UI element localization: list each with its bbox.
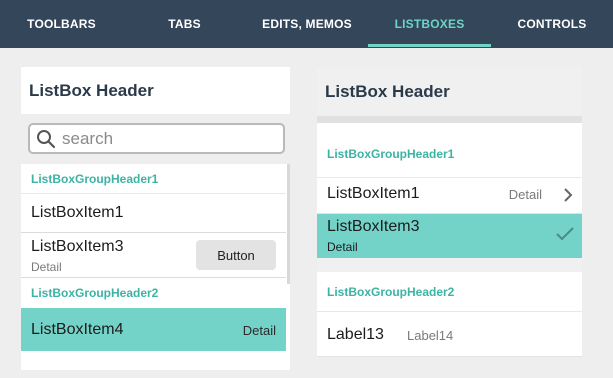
top-tab-bar: TOOLBARS TABS EDITS, MEMOS LISTBOXES CON… [0,0,613,48]
list-item-detail: Detail [327,240,358,254]
tab-tabs[interactable]: TABS [123,0,246,48]
list-item-detail: Detail [242,323,276,338]
tab-edits-memos[interactable]: EDITS, MEMOS [246,0,368,48]
list-item-1[interactable]: ListBoxItem1 [21,194,286,233]
list-item-4[interactable]: ListBoxItem4 Detail [21,308,286,351]
right-listbox-panel: ListBox Header ListBoxGroupHeader1 ListB… [317,67,582,359]
list-item-label: ListBoxItem4 [31,321,124,338]
label-row[interactable]: Label13 Label14 [317,312,582,357]
chevron-right-icon [563,187,573,208]
list-item-button[interactable]: Button [196,240,276,270]
list-item-label: ListBoxItem1 [327,185,420,202]
scrollbar[interactable] [287,164,290,284]
list-item-3[interactable]: ListBoxItem3 Detail Button [21,233,286,278]
tab-toolbars[interactable]: TOOLBARS [0,0,123,48]
tab-controls[interactable]: CONTROLS [491,0,613,48]
left-list: ListBoxGroupHeader1 ListBoxItem1 ListBox… [21,164,290,370]
checkmark-icon [556,227,574,246]
list-item-label: ListBoxItem3 [327,218,420,235]
list-item-detail: Detail [508,187,542,202]
label-14: Label14 [407,328,454,343]
header-divider [317,116,582,123]
search-icon [36,129,56,149]
list-group-header-1: ListBoxGroupHeader1 [21,164,286,194]
list-group-header-2: ListBoxGroupHeader2 [31,286,159,300]
tab-listboxes[interactable]: LISTBOXES [368,0,491,48]
list-item-label: ListBoxItem3 [31,238,124,255]
list-item-1[interactable]: ListBoxItem1 Detail [317,178,582,214]
list-item-label: ListBoxItem1 [31,204,124,221]
list-group-header-1: ListBoxGroupHeader1 [317,123,582,178]
list-item-3[interactable]: ListBoxItem3 Detail [317,214,582,258]
list-item-detail: Detail [31,260,62,274]
list-group-header-2: ListBoxGroupHeader2 [317,272,582,312]
label-13: Label13 [327,326,384,343]
active-tab-indicator [368,44,491,47]
group-spacer [317,258,582,272]
search-box[interactable] [28,123,285,154]
left-listbox-header: ListBox Header [21,67,290,114]
left-listbox-panel: ListBox Header ListBoxGroupHeader1 ListB… [21,67,290,370]
right-listbox-header: ListBox Header [317,67,582,116]
search-input[interactable] [62,128,262,149]
